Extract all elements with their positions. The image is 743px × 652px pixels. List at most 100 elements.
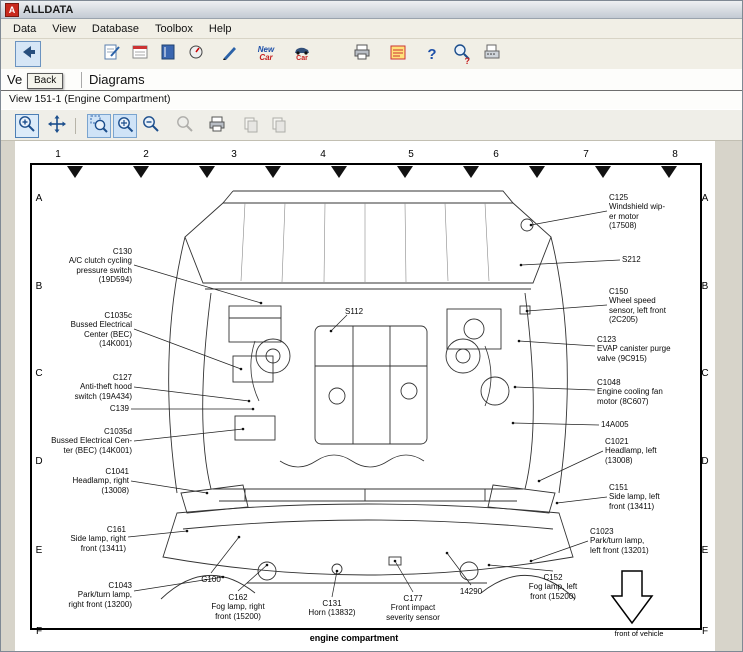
leader-line <box>539 451 603 481</box>
notes-button[interactable] <box>385 41 411 67</box>
grid-triangle-marker <box>463 166 479 178</box>
main-toolbar: New Car Car ? ? <box>1 39 742 70</box>
diagram-canvas[interactable]: 12345678AABBCCDDEEFF <box>15 141 715 652</box>
app-icon: A <box>5 3 19 17</box>
document-edit-icon <box>102 42 122 67</box>
leader-endpoint <box>556 502 559 505</box>
pan-icon <box>47 114 67 139</box>
specifications-button[interactable] <box>155 41 181 67</box>
menu-item-help[interactable]: Help <box>201 21 240 37</box>
content-area: 12345678AABBCCDDEEFF <box>1 141 742 652</box>
pan-button[interactable] <box>45 114 69 138</box>
grid-triangle-marker <box>199 166 215 178</box>
grid-row-label: B <box>702 281 709 292</box>
leader-endpoint <box>446 552 449 555</box>
leader-line <box>447 553 471 585</box>
leader-endpoint <box>266 564 269 567</box>
grid-row-label: A <box>702 193 709 204</box>
leader-endpoint <box>512 422 515 425</box>
search-help-icon: ? <box>452 42 472 67</box>
grid-row-label: C <box>701 368 708 379</box>
schedule-button[interactable] <box>127 41 153 67</box>
vehicle-report-button[interactable] <box>99 41 125 67</box>
back-button[interactable] <box>15 41 41 67</box>
grid-row-label: F <box>36 626 42 637</box>
zoom-out-button[interactable] <box>139 114 163 138</box>
gauges-button[interactable] <box>183 41 209 67</box>
menu-item-toolbox[interactable]: Toolbox <box>147 21 201 37</box>
leader-line <box>134 329 241 369</box>
grid-column-label: 2 <box>143 149 149 160</box>
grid-column-label: 8 <box>672 149 678 160</box>
tab-vehicle-partial[interactable]: Ve <box>7 72 22 87</box>
grid-column-label: 4 <box>320 149 326 160</box>
print-button[interactable] <box>349 41 375 67</box>
zoom-window-button[interactable] <box>87 114 111 138</box>
grid-column-label: 7 <box>583 149 589 160</box>
fax-button[interactable] <box>479 41 505 67</box>
context-help-button[interactable]: ? <box>449 41 475 67</box>
view-title: View 151-1 (Engine Compartment) <box>9 93 170 105</box>
book-icon <box>158 42 178 67</box>
print-diagram-button[interactable] <box>205 114 229 138</box>
engine-compartment-drawing <box>161 191 575 599</box>
leader-line <box>527 305 607 311</box>
leader-line <box>134 265 261 303</box>
back-tooltip: Back <box>27 73 63 89</box>
menu-item-database[interactable]: Database <box>84 21 147 37</box>
leader-line <box>134 577 223 591</box>
leader-line <box>134 429 243 441</box>
grid-triangle-marker <box>397 166 413 178</box>
leader-line <box>331 315 347 331</box>
grid-triangle-marker <box>661 166 677 178</box>
leader-endpoint <box>248 400 251 403</box>
title-bar[interactable]: A ALLDATA <box>1 1 742 19</box>
leader-endpoint <box>518 340 521 343</box>
leader-endpoint <box>530 560 533 563</box>
zoom-extents-button[interactable] <box>173 114 197 138</box>
copy-previous-button[interactable] <box>239 114 263 138</box>
fax-icon <box>482 42 502 67</box>
engine-compartment-diagram: 12345678AABBCCDDEEFF <box>15 141 715 652</box>
leader-line <box>395 561 413 592</box>
leader-endpoint <box>222 576 225 579</box>
leader-endpoint <box>538 480 541 483</box>
grid-triangle-marker <box>67 166 83 178</box>
zoom-window-icon <box>89 114 109 139</box>
leader-endpoint <box>242 428 245 431</box>
menu-item-view[interactable]: View <box>44 21 84 37</box>
leader-endpoint <box>240 368 243 371</box>
leader-line <box>131 481 207 493</box>
notes-edit-button[interactable] <box>217 41 243 67</box>
back-arrow-icon <box>18 42 38 67</box>
grid-column-label: 1 <box>55 149 61 160</box>
car-select-button[interactable]: Car <box>289 41 315 67</box>
tab-row: Ve Diagrams <box>1 69 742 91</box>
zoom-in-icon <box>17 114 37 139</box>
zoom-dynamic-icon <box>115 114 135 139</box>
grid-row-label: D <box>701 456 708 467</box>
printer-icon <box>207 114 227 139</box>
grid-column-label: 6 <box>493 149 499 160</box>
leader-line <box>515 387 595 390</box>
new-car-button[interactable]: New Car <box>253 41 279 67</box>
leader-endpoint <box>206 492 209 495</box>
menu-bar: DataViewDatabaseToolboxHelp <box>1 19 742 39</box>
diagram-caption: engine compartment <box>310 633 399 643</box>
leader-endpoint <box>260 302 263 305</box>
front-of-vehicle-arrow <box>612 571 652 623</box>
copy-next-button[interactable] <box>267 114 291 138</box>
calendar-icon <box>130 42 150 67</box>
menu-item-data[interactable]: Data <box>5 21 44 37</box>
zoom-in-button[interactable] <box>15 114 39 138</box>
gauge-icon <box>186 42 206 67</box>
zoom-out-icon <box>141 114 161 139</box>
leader-endpoint <box>530 224 533 227</box>
help-icon: ? <box>427 46 436 63</box>
grid-row-label: B <box>36 281 43 292</box>
zoom-dynamic-button[interactable] <box>113 114 137 138</box>
grid-row-label: D <box>35 456 42 467</box>
help-button[interactable]: ? <box>419 41 445 67</box>
grid-row-label: C <box>35 368 42 379</box>
tab-diagrams[interactable]: Diagrams <box>89 72 145 87</box>
